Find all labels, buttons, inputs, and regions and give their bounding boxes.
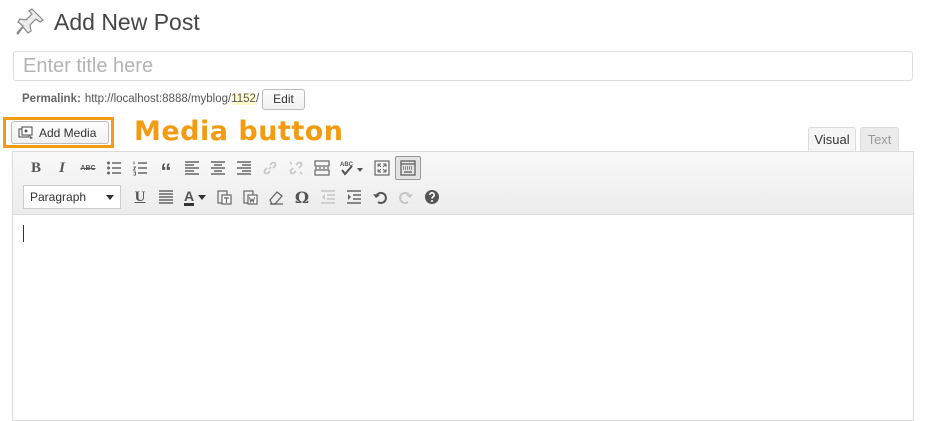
redo-icon xyxy=(399,191,413,204)
permalink-slug[interactable]: 1152 xyxy=(231,93,256,105)
bulleted-list-icon xyxy=(107,161,121,175)
insert-link-button[interactable] xyxy=(257,156,283,180)
clear-formatting-button[interactable] xyxy=(263,185,289,209)
page-title: Add New Post xyxy=(54,8,200,35)
text-color-button[interactable]: A xyxy=(179,185,211,209)
help-button[interactable] xyxy=(419,185,445,209)
outdent-button[interactable] xyxy=(315,185,341,209)
unlink-icon xyxy=(289,161,303,175)
help-icon xyxy=(425,190,439,204)
blockquote-button[interactable]: “ xyxy=(153,156,179,183)
numbered-list-icon xyxy=(132,161,147,176)
text-color-icon: A xyxy=(183,187,195,206)
page-header: Add New Post xyxy=(14,4,200,40)
edit-permalink-button[interactable]: Edit xyxy=(262,88,305,110)
undo-icon xyxy=(373,191,387,204)
chevron-down-icon xyxy=(198,194,207,200)
format-select-value: Paragraph xyxy=(30,190,87,204)
link-icon xyxy=(263,161,277,175)
strikethrough-button[interactable]: ABC xyxy=(75,156,101,180)
strikethrough-icon: ABC xyxy=(80,164,96,172)
remove-link-button[interactable] xyxy=(283,156,309,180)
media-button-annotation: Media button xyxy=(134,116,344,147)
align-center-icon xyxy=(211,161,225,175)
paste-from-word-button[interactable] xyxy=(237,185,263,209)
text-cursor xyxy=(23,225,24,242)
permalink-row: Permalink: http://localhost:8888/myblog/… xyxy=(22,88,305,110)
align-center-button[interactable] xyxy=(205,156,231,180)
add-media-button[interactable]: Add Media xyxy=(11,121,109,144)
keyboard-icon xyxy=(400,160,416,176)
chevron-down-icon xyxy=(106,194,114,200)
media-icon xyxy=(18,125,33,139)
bulleted-list-button[interactable] xyxy=(101,156,127,180)
eraser-icon xyxy=(269,191,283,205)
tab-text[interactable]: Text xyxy=(860,127,899,151)
indent-icon xyxy=(347,190,361,204)
justify-button[interactable] xyxy=(153,185,179,209)
spellcheck-icon: ABC xyxy=(340,162,363,176)
paste-text-icon xyxy=(217,190,232,205)
permalink-label: Permalink: xyxy=(22,93,81,105)
toolbar-row-2: Paragraph U A Ω xyxy=(23,184,445,210)
editor-toolbar: B I ABC “ ABC Paragraph U A Ω xyxy=(13,152,913,215)
special-character-button[interactable]: Ω xyxy=(289,185,315,209)
post-editor: B I ABC “ ABC Paragraph U A Ω xyxy=(12,151,914,421)
fullscreen-button[interactable] xyxy=(369,156,395,180)
align-left-button[interactable] xyxy=(179,156,205,180)
outdent-icon xyxy=(321,190,335,204)
underline-button[interactable]: U xyxy=(127,185,153,209)
paragraph-format-select[interactable]: Paragraph xyxy=(23,185,121,209)
redo-button[interactable] xyxy=(393,185,419,209)
bold-button[interactable]: B xyxy=(23,156,49,180)
paste-word-icon xyxy=(243,190,258,205)
italic-button[interactable]: I xyxy=(49,156,75,180)
paste-as-text-button[interactable] xyxy=(211,185,237,209)
toolbar-toggle-button[interactable] xyxy=(395,156,421,180)
align-left-icon xyxy=(185,161,199,175)
justify-icon xyxy=(159,190,173,204)
tab-visual[interactable]: Visual xyxy=(808,127,856,151)
undo-button[interactable] xyxy=(367,185,393,209)
spellcheck-button[interactable]: ABC xyxy=(335,156,369,180)
pushpin-icon xyxy=(16,8,44,35)
align-right-button[interactable] xyxy=(231,156,257,180)
numbered-list-button[interactable] xyxy=(127,156,153,180)
toolbar-row-1: B I ABC “ ABC xyxy=(23,155,421,183)
align-right-icon xyxy=(237,161,251,175)
insert-more-button[interactable] xyxy=(309,156,335,180)
permalink-suffix: / xyxy=(255,93,260,105)
read-more-icon xyxy=(314,160,330,176)
indent-button[interactable] xyxy=(341,185,367,209)
fullscreen-icon xyxy=(374,160,390,176)
permalink-base-url[interactable]: http://localhost:8888/myblog/ xyxy=(85,93,231,105)
editor-content-area[interactable] xyxy=(13,215,913,420)
post-title-input[interactable] xyxy=(13,51,913,81)
add-media-label: Add Media xyxy=(39,125,97,140)
